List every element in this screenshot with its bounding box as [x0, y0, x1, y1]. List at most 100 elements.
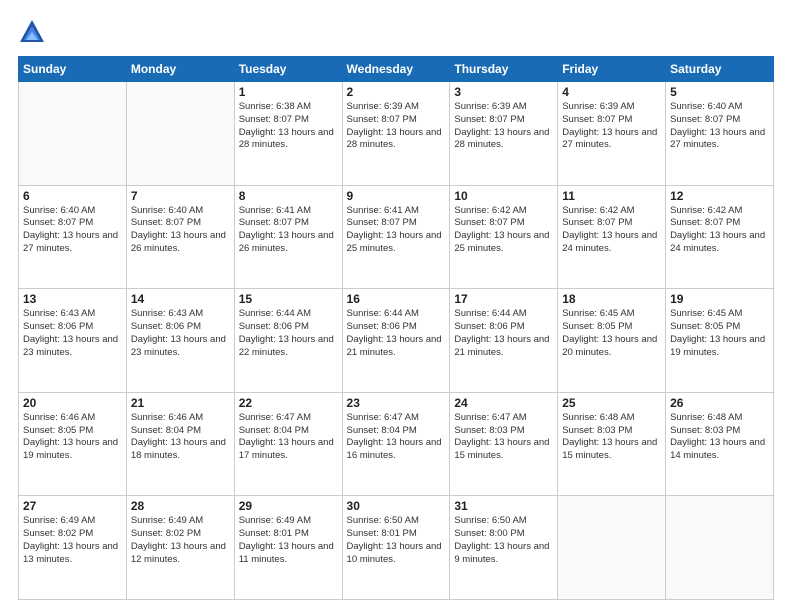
- cell-daylight-info: Sunrise: 6:42 AM Sunset: 8:07 PM Dayligh…: [562, 205, 661, 256]
- calendar-cell: 5Sunrise: 6:40 AM Sunset: 8:07 PM Daylig…: [666, 82, 774, 186]
- day-number: 29: [239, 499, 338, 513]
- cell-daylight-info: Sunrise: 6:44 AM Sunset: 8:06 PM Dayligh…: [239, 308, 338, 359]
- weekday-header-wednesday: Wednesday: [342, 57, 450, 82]
- cell-daylight-info: Sunrise: 6:41 AM Sunset: 8:07 PM Dayligh…: [239, 205, 338, 256]
- calendar-cell: 9 Sunrise: 6:41 AM Sunset: 8:07 PM Daylig…: [342, 185, 450, 289]
- week-row-0: 1 Sunrise: 6:38 AM Sunset: 8:07 PM Daylig…: [19, 82, 774, 186]
- cell-daylight-info: Sunrise: 6:39 AM Sunset: 8:07 PM Dayligh…: [347, 101, 446, 152]
- cell-daylight-info: Sunrise: 6:45 AM Sunset: 8:05 PM Dayligh…: [562, 308, 661, 359]
- cell-daylight-info: Sunrise: 6:41 AM Sunset: 8:07 PM Dayligh…: [347, 205, 446, 256]
- day-number: 31: [454, 499, 553, 513]
- cell-daylight-info: Sunrise: 6:44 AM Sunset: 8:06 PM Dayligh…: [347, 308, 446, 359]
- calendar-cell: 20 Sunrise: 6:46 AM Sunset: 8:05 PM Dayli…: [19, 392, 127, 496]
- cell-daylight-info: Sunrise: 6:47 AM Sunset: 8:04 PM Dayligh…: [239, 412, 338, 463]
- cell-daylight-info: Sunrise: 6:49 AM Sunset: 8:01 PM Dayligh…: [239, 515, 338, 566]
- calendar-cell: 11 Sunrise: 6:42 AM Sunset: 8:07 PM Dayli…: [558, 185, 666, 289]
- calendar-cell: [558, 496, 666, 600]
- calendar-cell: [126, 82, 234, 186]
- day-number: 9: [347, 189, 446, 203]
- calendar-cell: 16 Sunrise: 6:44 AM Sunset: 8:06 PM Dayli…: [342, 289, 450, 393]
- calendar-cell: 4 Sunrise: 6:39 AM Sunset: 8:07 PM Daylig…: [558, 82, 666, 186]
- cell-daylight-info: Sunrise: 6:39 AM Sunset: 8:07 PM Dayligh…: [454, 101, 553, 152]
- day-number: 24: [454, 396, 553, 410]
- week-row-4: 27 Sunrise: 6:49 AM Sunset: 8:02 PM Dayli…: [19, 496, 774, 600]
- calendar-cell: 14 Sunrise: 6:43 AM Sunset: 8:06 PM Dayli…: [126, 289, 234, 393]
- calendar-cell: 6 Sunrise: 6:40 AM Sunset: 8:07 PM Daylig…: [19, 185, 127, 289]
- weekday-header-friday: Friday: [558, 57, 666, 82]
- cell-daylight-info: Sunrise: 6:43 AM Sunset: 8:06 PM Dayligh…: [131, 308, 230, 359]
- day-number: 20: [23, 396, 122, 410]
- cell-daylight-info: Sunrise: 6:40 AM Sunset: 8:07 PM Dayligh…: [23, 205, 122, 256]
- day-number: 1: [239, 85, 338, 99]
- header: [18, 18, 774, 46]
- calendar-cell: 21 Sunrise: 6:46 AM Sunset: 8:04 PM Dayli…: [126, 392, 234, 496]
- calendar-cell: 1 Sunrise: 6:38 AM Sunset: 8:07 PM Daylig…: [234, 82, 342, 186]
- day-number: 15: [239, 292, 338, 306]
- logo: [18, 18, 50, 46]
- day-number: 11: [562, 189, 661, 203]
- day-number: 19: [670, 292, 769, 306]
- day-number: 3: [454, 85, 553, 99]
- calendar-cell: 7Sunrise: 6:40 AM Sunset: 8:07 PM Daylig…: [126, 185, 234, 289]
- cell-daylight-info: Sunrise: 6:50 AM Sunset: 8:00 PM Dayligh…: [454, 515, 553, 566]
- calendar-cell: 22 Sunrise: 6:47 AM Sunset: 8:04 PM Dayli…: [234, 392, 342, 496]
- calendar-cell: 30Sunrise: 6:50 AM Sunset: 8:01 PM Dayli…: [342, 496, 450, 600]
- day-number: 25: [562, 396, 661, 410]
- day-number: 18: [562, 292, 661, 306]
- calendar-cell: 15 Sunrise: 6:44 AM Sunset: 8:06 PM Dayli…: [234, 289, 342, 393]
- week-row-1: 6 Sunrise: 6:40 AM Sunset: 8:07 PM Daylig…: [19, 185, 774, 289]
- cell-daylight-info: Sunrise: 6:47 AM Sunset: 8:03 PM Dayligh…: [454, 412, 553, 463]
- day-number: 22: [239, 396, 338, 410]
- cell-daylight-info: Sunrise: 6:39 AM Sunset: 8:07 PM Dayligh…: [562, 101, 661, 152]
- day-number: 21: [131, 396, 230, 410]
- weekday-header-tuesday: Tuesday: [234, 57, 342, 82]
- calendar-cell: 28 Sunrise: 6:49 AM Sunset: 8:02 PM Dayli…: [126, 496, 234, 600]
- cell-daylight-info: Sunrise: 6:42 AM Sunset: 8:07 PM Dayligh…: [670, 205, 769, 256]
- calendar-cell: 13Sunrise: 6:43 AM Sunset: 8:06 PM Dayli…: [19, 289, 127, 393]
- cell-daylight-info: Sunrise: 6:48 AM Sunset: 8:03 PM Dayligh…: [562, 412, 661, 463]
- cell-daylight-info: Sunrise: 6:48 AM Sunset: 8:03 PM Dayligh…: [670, 412, 769, 463]
- day-number: 4: [562, 85, 661, 99]
- day-number: 17: [454, 292, 553, 306]
- calendar-cell: 18 Sunrise: 6:45 AM Sunset: 8:05 PM Dayli…: [558, 289, 666, 393]
- calendar-cell: 12 Sunrise: 6:42 AM Sunset: 8:07 PM Dayli…: [666, 185, 774, 289]
- calendar-cell: 3 Sunrise: 6:39 AM Sunset: 8:07 PM Daylig…: [450, 82, 558, 186]
- week-row-2: 13Sunrise: 6:43 AM Sunset: 8:06 PM Dayli…: [19, 289, 774, 393]
- day-number: 12: [670, 189, 769, 203]
- calendar-cell: [19, 82, 127, 186]
- day-number: 5: [670, 85, 769, 99]
- calendar-cell: 25 Sunrise: 6:48 AM Sunset: 8:03 PM Dayli…: [558, 392, 666, 496]
- day-number: 27: [23, 499, 122, 513]
- cell-daylight-info: Sunrise: 6:49 AM Sunset: 8:02 PM Dayligh…: [23, 515, 122, 566]
- day-number: 23: [347, 396, 446, 410]
- weekday-header-thursday: Thursday: [450, 57, 558, 82]
- cell-daylight-info: Sunrise: 6:42 AM Sunset: 8:07 PM Dayligh…: [454, 205, 553, 256]
- cell-daylight-info: Sunrise: 6:44 AM Sunset: 8:06 PM Dayligh…: [454, 308, 553, 359]
- calendar-cell: 10Sunrise: 6:42 AM Sunset: 8:07 PM Dayli…: [450, 185, 558, 289]
- weekday-header-sunday: Sunday: [19, 57, 127, 82]
- calendar-cell: 24 Sunrise: 6:47 AM Sunset: 8:03 PM Dayli…: [450, 392, 558, 496]
- cell-daylight-info: Sunrise: 6:40 AM Sunset: 8:07 PM Dayligh…: [131, 205, 230, 256]
- cell-daylight-info: Sunrise: 6:38 AM Sunset: 8:07 PM Dayligh…: [239, 101, 338, 152]
- cell-daylight-info: Sunrise: 6:43 AM Sunset: 8:06 PM Dayligh…: [23, 308, 122, 359]
- day-number: 8: [239, 189, 338, 203]
- calendar-cell: 31 Sunrise: 6:50 AM Sunset: 8:00 PM Dayli…: [450, 496, 558, 600]
- cell-daylight-info: Sunrise: 6:49 AM Sunset: 8:02 PM Dayligh…: [131, 515, 230, 566]
- calendar-cell: 29 Sunrise: 6:49 AM Sunset: 8:01 PM Dayli…: [234, 496, 342, 600]
- cell-daylight-info: Sunrise: 6:46 AM Sunset: 8:04 PM Dayligh…: [131, 412, 230, 463]
- day-number: 26: [670, 396, 769, 410]
- calendar-cell: 27 Sunrise: 6:49 AM Sunset: 8:02 PM Dayli…: [19, 496, 127, 600]
- weekday-header-monday: Monday: [126, 57, 234, 82]
- day-number: 30: [347, 499, 446, 513]
- calendar-cell: 17 Sunrise: 6:44 AM Sunset: 8:06 PM Dayli…: [450, 289, 558, 393]
- day-number: 28: [131, 499, 230, 513]
- cell-daylight-info: Sunrise: 6:46 AM Sunset: 8:05 PM Dayligh…: [23, 412, 122, 463]
- week-row-3: 20 Sunrise: 6:46 AM Sunset: 8:05 PM Dayli…: [19, 392, 774, 496]
- calendar-cell: 8 Sunrise: 6:41 AM Sunset: 8:07 PM Daylig…: [234, 185, 342, 289]
- day-number: 16: [347, 292, 446, 306]
- day-number: 14: [131, 292, 230, 306]
- day-number: 6: [23, 189, 122, 203]
- calendar-cell: 19Sunrise: 6:45 AM Sunset: 8:05 PM Dayli…: [666, 289, 774, 393]
- calendar-cell: 23Sunrise: 6:47 AM Sunset: 8:04 PM Dayli…: [342, 392, 450, 496]
- weekday-header: SundayMondayTuesdayWednesdayThursdayFrid…: [19, 57, 774, 82]
